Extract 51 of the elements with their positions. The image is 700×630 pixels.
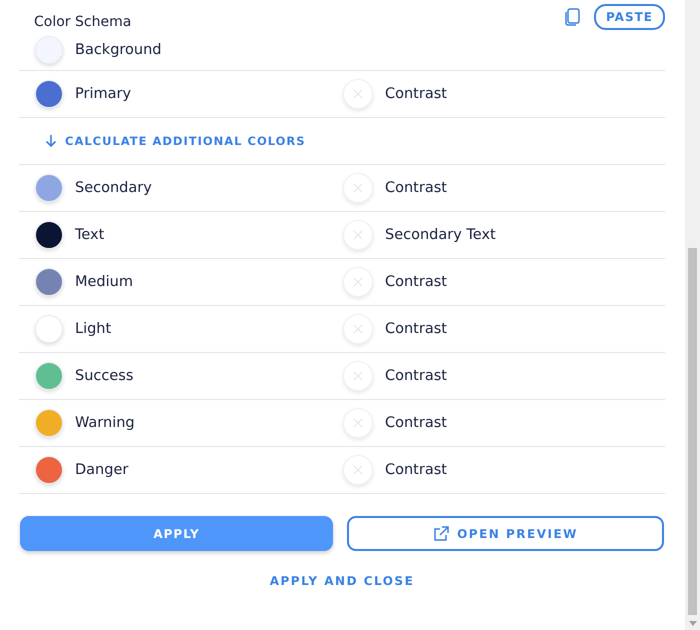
- down-arrow-icon: [45, 134, 57, 148]
- color-swatch[interactable]: [35, 456, 63, 484]
- empty-swatch[interactable]: [343, 79, 373, 109]
- close-icon: [353, 277, 363, 287]
- apply-and-close-link[interactable]: APPLY AND CLOSE: [264, 573, 420, 589]
- external-link-icon: [433, 526, 450, 542]
- color-swatch[interactable]: [35, 221, 63, 249]
- close-icon: [353, 89, 363, 99]
- empty-swatch[interactable]: [343, 408, 373, 438]
- paste-button[interactable]: PASTE: [594, 4, 665, 30]
- contrast-label: Secondary Text: [385, 227, 496, 243]
- empty-swatch[interactable]: [343, 220, 373, 250]
- contrast-label: Contrast: [385, 321, 447, 337]
- close-icon: [353, 465, 363, 475]
- color-label: Warning: [75, 415, 135, 431]
- color-label: Secondary: [75, 180, 152, 196]
- color-swatch[interactable]: [35, 409, 63, 437]
- apply-button[interactable]: APPLY: [20, 516, 333, 551]
- copy-icon[interactable]: [564, 8, 580, 26]
- color-swatch[interactable]: [35, 315, 63, 343]
- contrast-label: Contrast: [385, 180, 447, 196]
- close-icon: [353, 230, 363, 240]
- color-label: Text: [75, 227, 104, 243]
- color-swatch[interactable]: [35, 80, 63, 108]
- section-title: Color Schema: [34, 14, 132, 30]
- color-label: Medium: [75, 274, 133, 290]
- calculate-link[interactable]: CALCULATE ADDITIONAL COLORS: [35, 134, 316, 148]
- color-swatch[interactable]: [35, 36, 63, 64]
- color-swatch[interactable]: [35, 268, 63, 296]
- color-label: Primary: [75, 86, 132, 102]
- contrast-label: Contrast: [385, 462, 447, 478]
- empty-swatch[interactable]: [343, 173, 373, 203]
- close-icon: [353, 183, 363, 193]
- open-preview-button[interactable]: OPEN PREVIEW: [347, 516, 664, 551]
- empty-swatch[interactable]: [343, 361, 373, 391]
- contrast-label: Contrast: [385, 274, 447, 290]
- color-label: Background: [75, 42, 162, 58]
- close-icon: [353, 371, 363, 381]
- close-icon: [353, 324, 363, 334]
- close-icon: [353, 418, 363, 428]
- color-swatch[interactable]: [35, 362, 63, 390]
- contrast-label: Contrast: [385, 415, 447, 431]
- color-label: Danger: [75, 462, 128, 478]
- empty-swatch[interactable]: [343, 314, 373, 344]
- color-label: Success: [75, 368, 134, 384]
- contrast-label: Contrast: [385, 368, 447, 384]
- empty-swatch[interactable]: [343, 267, 373, 297]
- color-label: Light: [75, 321, 112, 337]
- empty-swatch[interactable]: [343, 455, 373, 485]
- color-swatch[interactable]: [35, 174, 63, 202]
- contrast-label: Contrast: [385, 86, 447, 102]
